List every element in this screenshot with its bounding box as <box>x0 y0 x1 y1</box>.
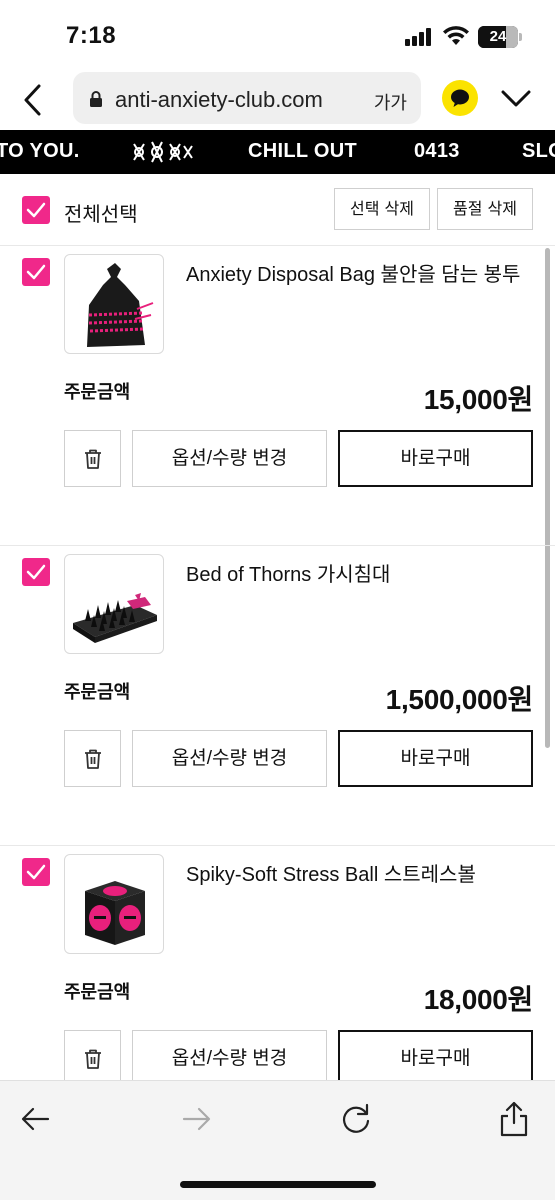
browser-bar: anti-anxiety-club.com 가가 <box>0 70 555 128</box>
product-image-bag <box>87 263 154 347</box>
product-image-cube <box>85 881 145 945</box>
item-checkbox[interactable] <box>22 558 50 586</box>
delete-item-button[interactable] <box>64 1030 121 1087</box>
select-all-checkbox[interactable] <box>22 196 50 224</box>
trash-icon <box>85 749 101 769</box>
delete-item-button[interactable] <box>64 730 121 787</box>
delete-soldout-button[interactable]: 품절 삭제 <box>437 188 533 230</box>
order-amount-label: 주문금액 <box>64 682 131 702</box>
order-amount-label: 주문금액 <box>64 382 131 402</box>
product-image[interactable] <box>64 254 164 354</box>
cart-item: Anxiety Disposal Bag 불안을 담는 봉투 주문금액 15,0… <box>0 246 555 546</box>
status-bar: 7:18 24 <box>0 0 555 70</box>
checkmark-icon <box>26 564 46 580</box>
buy-now-button[interactable]: 바로구매 <box>338 1030 533 1087</box>
text-size-button[interactable]: 가가 <box>374 89 407 115</box>
product-image[interactable] <box>64 854 164 954</box>
trash-icon <box>85 1049 101 1069</box>
change-options-button[interactable]: 옵션/수량 변경 <box>132 430 327 487</box>
change-options-button[interactable]: 옵션/수량 변경 <box>132 1030 327 1087</box>
reload-icon[interactable] <box>336 1099 376 1139</box>
battery-level: 24 <box>489 28 507 45</box>
marquee-item: SLO <box>522 140 555 162</box>
cellular-signal-icon <box>405 28 435 46</box>
cart-item: Bed of Thorns 가시침대 주문금액 1,500,000원 옵션/수량… <box>0 546 555 846</box>
kakao-chat-button[interactable] <box>442 80 478 116</box>
battery-icon: 24 <box>478 26 518 48</box>
product-price: 18,000원 <box>423 984 534 1015</box>
checkmark-icon <box>26 864 46 880</box>
order-amount-label: 주문금액 <box>64 982 131 1002</box>
url-text: anti-anxiety-club.com <box>115 87 323 112</box>
marquee-item: 0413 <box>414 140 460 162</box>
status-time: 7:18 <box>66 22 117 49</box>
product-name[interactable]: Spiky-Soft Stress Ball 스트레스볼 <box>186 858 476 887</box>
arrow-right-icon[interactable] <box>176 1099 216 1139</box>
arrow-left-icon[interactable] <box>16 1099 56 1139</box>
address-bar[interactable]: anti-anxiety-club.com 가가 <box>73 72 421 124</box>
select-all-label: 전체선택 <box>64 204 138 226</box>
product-price: 15,000원 <box>423 384 534 415</box>
share-icon[interactable] <box>494 1099 534 1139</box>
product-image-bed <box>73 593 157 643</box>
marquee-item: CHILL OUT <box>248 140 357 162</box>
battery-cap <box>519 33 522 41</box>
change-options-button[interactable]: 옵션/수량 변경 <box>132 730 327 787</box>
delete-selected-button[interactable]: 선택 삭제 <box>334 188 430 230</box>
product-name[interactable]: Bed of Thorns 가시침대 <box>186 558 390 587</box>
buy-now-button[interactable]: 바로구매 <box>338 730 533 787</box>
lock-icon <box>90 91 102 107</box>
buy-now-button[interactable]: 바로구매 <box>338 430 533 487</box>
trash-icon <box>85 449 101 469</box>
back-chevron-icon[interactable] <box>16 80 52 120</box>
item-checkbox[interactable] <box>22 258 50 286</box>
product-price: 1,500,000원 <box>385 684 534 715</box>
marquee-item: TO YOU. <box>0 140 80 162</box>
product-name[interactable]: Anxiety Disposal Bag 불안을 담는 봉투 <box>186 258 520 287</box>
select-all-row: 전체선택 선택 삭제 품절 삭제 <box>0 174 555 246</box>
marquee-banner: TO YOU. CHILL OUT 0413 SLO <box>0 130 555 174</box>
checkmark-icon <box>26 264 46 280</box>
home-indicator <box>180 1181 376 1188</box>
brand-logo-icon <box>133 141 193 163</box>
wifi-icon <box>443 26 469 45</box>
item-checkbox[interactable] <box>22 858 50 886</box>
chat-bubble-icon <box>451 89 469 107</box>
checkmark-icon <box>26 202 46 218</box>
chevron-down-icon[interactable] <box>498 82 534 114</box>
product-image[interactable] <box>64 554 164 654</box>
delete-item-button[interactable] <box>64 430 121 487</box>
